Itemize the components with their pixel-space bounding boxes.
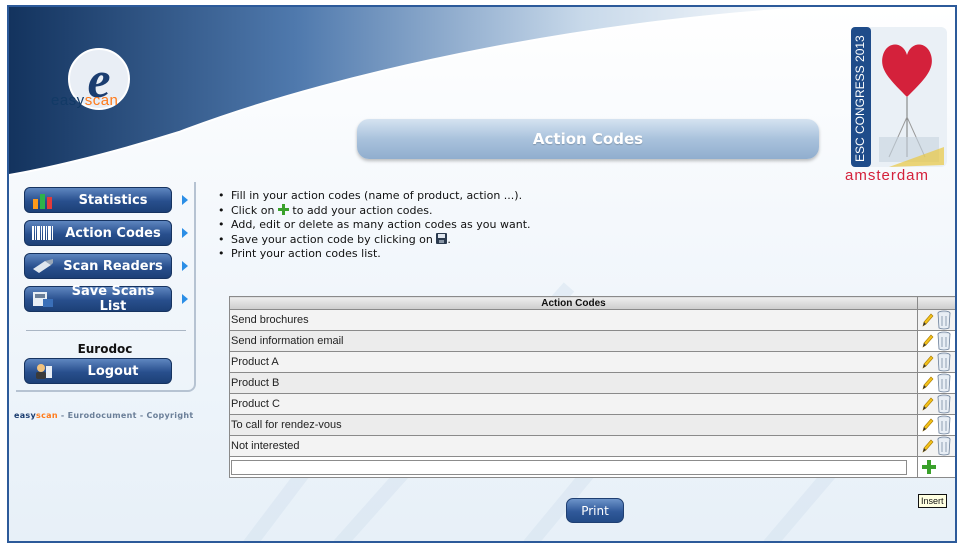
- nav-save-scans-list-button[interactable]: Save Scans List: [24, 284, 172, 314]
- delete-trash-icon[interactable]: [937, 331, 951, 351]
- scanner-icon: [33, 259, 53, 273]
- save-disk-icon: [436, 232, 448, 244]
- instruction-item: Fill in your action codes (name of produ…: [216, 189, 531, 204]
- easyscan-logo-icon: e: [68, 48, 130, 110]
- action-code-cell: Not interested: [229, 435, 918, 457]
- instructions-list: Fill in your action codes (name of produ…: [216, 189, 531, 262]
- delete-trash-icon[interactable]: [937, 415, 951, 435]
- action-code-cell: Send information email: [229, 330, 918, 352]
- nav-arrow-icon: [182, 294, 188, 304]
- row-actions: [917, 435, 955, 457]
- row-actions: [917, 309, 955, 331]
- new-action-code-input[interactable]: [231, 459, 907, 475]
- nav-arrow-icon: [182, 195, 188, 205]
- sidebar: Statistics Action Codes Scan Readers Sav…: [16, 182, 196, 392]
- table-row: Product C: [229, 393, 955, 415]
- edit-pencil-icon[interactable]: [921, 375, 935, 391]
- table-header-actions: [917, 296, 955, 310]
- instruction-item: Print your action codes list.: [216, 247, 531, 262]
- edit-pencil-icon[interactable]: [921, 438, 935, 454]
- instruction-item: Save your action code by clicking on .: [216, 232, 531, 248]
- action-code-cell: Send brochures: [229, 309, 918, 331]
- action-codes-table: Action Codes Send brochures Send informat…: [229, 296, 955, 478]
- delete-trash-icon[interactable]: [937, 436, 951, 456]
- save-list-icon: [33, 292, 53, 307]
- row-actions: [917, 330, 955, 352]
- edit-pencil-icon[interactable]: [921, 396, 935, 412]
- row-actions: [917, 372, 955, 394]
- insert-tooltip: Insert: [918, 494, 947, 508]
- logout-button[interactable]: Logout: [24, 358, 172, 384]
- table-row: Product B: [229, 372, 955, 394]
- action-code-cell: To call for rendez-vous: [229, 414, 918, 436]
- instruction-item: Add, edit or delete as many action codes…: [216, 218, 531, 233]
- delete-trash-icon[interactable]: [937, 394, 951, 414]
- logout-label: Logout: [87, 363, 139, 379]
- nav-arrow-icon: [182, 228, 188, 238]
- action-code-cell: Product B: [229, 372, 918, 394]
- delete-trash-icon[interactable]: [937, 352, 951, 372]
- new-code-cell: [229, 456, 918, 478]
- table-row: Send brochures: [229, 309, 955, 331]
- city-label: amsterdam: [845, 167, 930, 184]
- action-code-cell: Product A: [229, 351, 918, 373]
- table-header: Action Codes: [229, 296, 918, 310]
- barcode-icon: [32, 226, 53, 240]
- new-code-row: [229, 456, 955, 478]
- nav-action-codes-button[interactable]: Action Codes: [24, 220, 172, 246]
- row-actions: [917, 351, 955, 373]
- print-button[interactable]: Print: [566, 498, 624, 523]
- plus-icon: [277, 203, 289, 215]
- user-name: Eurodoc: [77, 342, 133, 356]
- logout-user-icon: [36, 364, 52, 379]
- action-code-cell: Product C: [229, 393, 918, 415]
- page-title: Action Codes: [357, 119, 819, 159]
- edit-pencil-icon[interactable]: [921, 417, 935, 433]
- footer-copyright: easyscan - Eurodocument - Copyright: [14, 411, 194, 420]
- app-frame: e easyscan ESC CONGRESS 2013 amsterdam A…: [7, 5, 957, 543]
- nav-arrow-icon: [182, 261, 188, 271]
- edit-pencil-icon[interactable]: [921, 333, 935, 349]
- table-row: Not interested: [229, 435, 955, 457]
- nav-label: Statistics: [78, 192, 148, 208]
- insert-cell: [917, 456, 955, 478]
- edit-pencil-icon[interactable]: [921, 312, 935, 328]
- delete-trash-icon[interactable]: [937, 373, 951, 393]
- table-row: Product A: [229, 351, 955, 373]
- nav-label: Save Scans List: [71, 284, 155, 314]
- sidebar-divider: [26, 330, 186, 331]
- edit-pencil-icon[interactable]: [921, 354, 935, 370]
- table-row: Send information email: [229, 330, 955, 352]
- instruction-item: Click on to add your action codes.: [216, 203, 531, 219]
- badge-text: ESC CONGRESS 2013: [853, 35, 867, 162]
- row-actions: [917, 393, 955, 415]
- nav-label: Action Codes: [65, 225, 161, 241]
- table-row: To call for rendez-vous: [229, 414, 955, 436]
- brand-name: easyscan: [51, 92, 119, 109]
- nav-label: Scan Readers: [63, 258, 163, 274]
- nav-scan-readers-button[interactable]: Scan Readers: [24, 253, 172, 279]
- delete-trash-icon[interactable]: [937, 310, 951, 330]
- insert-plus-icon[interactable]: [921, 459, 937, 475]
- bar-chart-icon: [33, 194, 52, 209]
- nav-statistics-button[interactable]: Statistics: [24, 187, 172, 213]
- row-actions: [917, 414, 955, 436]
